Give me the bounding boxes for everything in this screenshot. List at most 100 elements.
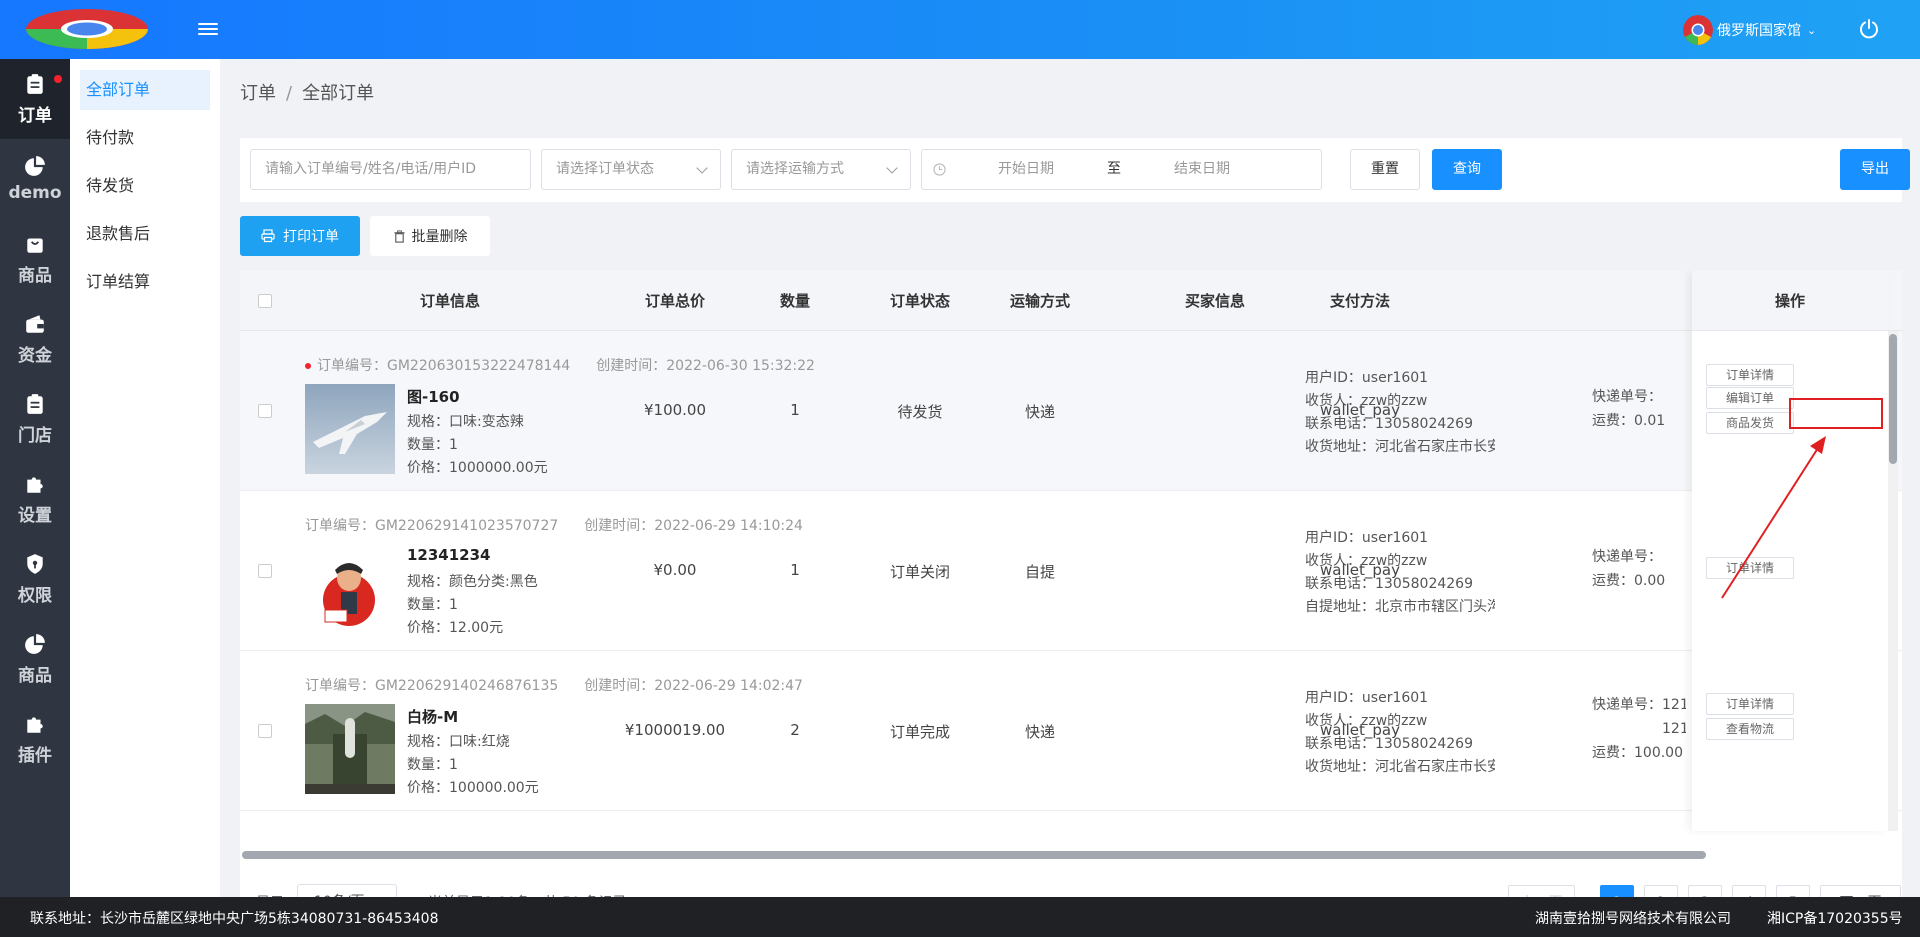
order-status-select[interactable]: 请选择订单状态 [541,149,721,190]
vertical-scroll-thumb[interactable] [1889,334,1897,464]
product-quantity: 数量：1 [407,757,458,773]
filter-bar: 请输入订单编号/姓名/电话/用户ID 请选择订单状态 请选择运输方式 开始日期 … [240,138,1910,202]
submenu-item-pending-shipment[interactable]: 待发货 [80,166,210,206]
table-row[interactable]: 订单编号：GM220629141023570727 创建时间：2022-06-29… [240,491,1902,651]
submenu-item-all-orders[interactable]: 全部订单 [80,70,210,110]
print-orders-label: 打印订单 [283,229,339,245]
table-row[interactable]: 订单编号：GM220629140246876135 创建时间：2022-06-29… [240,651,1902,811]
col-header-buyer: 买家信息 [1184,292,1245,310]
sidebar-item-products[interactable]: 商品 [0,219,70,299]
product-spec: 规格：口味:变态辣 [407,414,524,430]
product-name[interactable]: 白杨-M [407,706,458,727]
sidebar-item-funds[interactable]: 资金 [0,299,70,379]
shipping-method: 快递 [1024,723,1055,741]
printer-icon [261,229,275,243]
end-date-input[interactable]: 结束日期 [1174,150,1230,189]
vertical-scrollbar[interactable] [1888,331,1898,831]
sidebar-item-label: 插件 [18,745,52,766]
product-thumbnail[interactable] [305,544,395,634]
select-all-checkbox[interactable] [258,294,272,308]
product-thumbnail[interactable] [305,384,395,474]
batch-delete-label: 批量删除 [411,229,468,245]
query-button[interactable]: 查询 [1432,149,1502,190]
product-name[interactable]: 12341234 [407,546,491,564]
sidebar-item-label: 订单 [18,105,52,126]
order-quantity: 1 [790,561,800,579]
sidebar-item-stores[interactable]: 门店 [0,379,70,459]
table-row[interactable]: 订单编号：GM220630153222478144 创建时间：2022-06-30… [240,331,1902,491]
product-price: 价格：100000.00元 [407,780,539,796]
sidebar-item-products-2[interactable]: 商品 [0,619,70,699]
col-header-shipping: 运输方式 [1009,292,1070,310]
user-name: 俄罗斯国家馆 [1717,23,1801,39]
sidebar-item-label: 商品 [18,265,52,286]
row-checkbox[interactable] [258,564,272,578]
footer-company: 湖南壹拾捌号网络技术有限公司 [1535,911,1731,927]
sidebar-item-settings[interactable]: 设置 [0,459,70,539]
ship-goods-button[interactable]: 商品发货 [1706,412,1794,434]
sidebar-item-orders[interactable]: 订单 [0,59,70,139]
puzzle-icon [27,716,43,733]
order-status: 订单完成 [889,723,950,741]
sidebar-item-plugins[interactable]: 插件 [0,699,70,779]
submenu-item-refunds[interactable]: 退款售后 [80,214,210,254]
shipping-fee: 运费：0.00 [1592,573,1666,589]
start-date-input[interactable]: 开始日期 [998,150,1054,189]
main-sidebar: 订单 demo 商品 资金 门店 设置 权限 商品 插件 [0,59,70,897]
menu-toggle-icon[interactable] [198,20,218,38]
sidebar-item-label: 商品 [18,665,52,686]
buyer-user-id: 用户ID：user1601 [1305,690,1429,706]
tracking-number: 快递单号： [1592,389,1662,405]
row-checkbox[interactable] [258,404,272,418]
export-button[interactable]: 导出 [1840,149,1910,190]
breadcrumb-root[interactable]: 订单 [240,83,276,104]
orders-table: 订单信息 订单总价 数量 订单状态 运输方式 买家信息 支付方法 订单编号：GM… [240,271,1902,878]
batch-delete-button[interactable]: 批量删除 [370,216,490,256]
buyer-address: 自提地址：北京市市辖区门头沟区 [1305,599,1495,615]
bag-icon [27,238,43,253]
sidebar-item-demo[interactable]: demo [0,139,70,219]
payment-method: wallet_pay [1320,561,1400,579]
date-range-picker[interactable]: 开始日期 至 结束日期 [921,149,1322,190]
date-range-separator: 至 [1107,161,1121,177]
logo-icon[interactable] [26,9,148,49]
notification-dot [54,75,62,83]
sidebar-item-label: 门店 [18,425,52,446]
buyer-address: 收货地址：河北省石家庄市长安区 [1305,759,1495,775]
buyer-address: 收货地址：河北省石家庄市长安区 [1305,439,1495,455]
order-detail-button[interactable]: 订单详情 [1706,693,1794,715]
submenu-item-pending-payment[interactable]: 待付款 [80,118,210,158]
product-name[interactable]: 图-160 [407,386,460,407]
product-quantity: 数量：1 [407,437,458,453]
order-status: 订单关闭 [889,563,950,581]
col-header-payment: 支付方法 [1329,292,1390,310]
shipping-method-select[interactable]: 请选择运输方式 [731,149,911,190]
unread-dot [305,363,311,369]
power-icon[interactable] [1858,18,1880,40]
product-thumbnail[interactable] [305,704,395,794]
tracking-number-2: 121321 [1662,721,1686,737]
reset-button[interactable]: 重置 [1350,149,1420,190]
order-total: ¥100.00 [643,401,707,419]
footer-icp[interactable]: 湘ICP备17020355号 [1767,908,1903,928]
horizontal-scroll-thumb[interactable] [242,851,1706,859]
row-checkbox[interactable] [258,724,272,738]
submenu-item-settlement[interactable]: 订单结算 [80,262,210,302]
order-detail-button[interactable]: 订单详情 [1706,557,1794,579]
horizontal-scrollbar[interactable] [240,849,1720,859]
sidebar-item-label: 权限 [18,585,52,606]
sidebar-item-permissions[interactable]: 权限 [0,539,70,619]
shipping-method: 快递 [1024,403,1055,421]
sidebar-item-label: demo [8,183,62,203]
order-created-time: 创建时间：2022-06-29 14:02:47 [584,678,803,694]
puzzle-icon [27,476,43,493]
search-input[interactable]: 请输入订单编号/姓名/电话/用户ID [250,149,531,190]
order-detail-button[interactable]: 订单详情 [1706,364,1794,386]
tracking-number: 快递单号： [1592,549,1662,565]
shipping-info: 快递单号： 运费：0.00 [1592,545,1686,593]
edit-order-button[interactable]: 编辑订单 [1706,387,1794,409]
view-logistics-button[interactable]: 查看物流 [1706,718,1794,740]
print-orders-button[interactable]: 打印订单 [240,216,360,256]
user-menu[interactable]: 俄罗斯国家馆 ⌄ [1683,14,1816,46]
wallet-icon [26,314,44,333]
